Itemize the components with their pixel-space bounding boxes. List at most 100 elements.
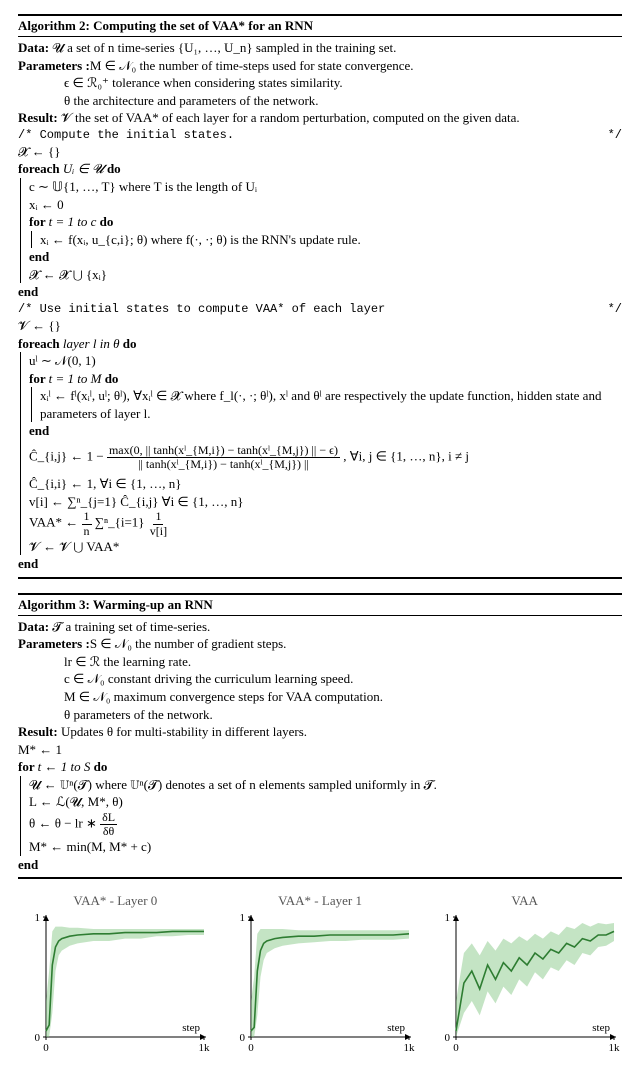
algo3-f-l3-den: δθ [101,825,116,838]
comment2-text: /* Use initial states to compute VAA* of… [18,301,385,317]
algo2-line2: 𝓥 ← {} [18,317,622,335]
f2-l5a: VAA* ← [29,515,78,530]
f2-l1: uˡ ∼ 𝒩(0, 1) [29,352,622,370]
algo2-foreach1: foreach Uᵢ ∈ 𝓤 do [18,160,622,178]
algo3-for: for t ← 1 to S do [18,758,622,776]
f1-end2: end [18,283,622,301]
f2-l5-den2: v[i] [148,525,169,538]
foreach-kw2: foreach [18,336,63,351]
algo2-params: Parameters :M ∈ 𝒩₀ the number of time-st… [18,57,622,75]
algo3-result: Result: Updates θ for multi-stability in… [18,723,622,741]
f2-for-body: xᵢˡ ← fˡ(xᵢˡ, uˡ; θˡ), ∀xᵢˡ ∈ 𝓧 where f_… [31,387,622,422]
f2-hatC-den: || tanh(xˡ_{M,i}) − tanh(xˡ_{M,j}) || [136,458,311,471]
algo3-param5: θ parameters of the network. [18,706,622,724]
algo3-l1: M* ← 1 [18,741,622,759]
label-result2: Result: [18,724,61,739]
svg-text:1: 1 [240,912,246,924]
algo3-for-cond: t ← 1 to S [38,759,91,774]
do-kw5: do [90,759,107,774]
svg-text:1: 1 [35,912,41,924]
for-kw3: for [18,759,38,774]
algo2-param1: M ∈ 𝒩₀ the number of time-steps used for… [90,58,414,73]
do-kw3: do [119,336,136,351]
algo2-comment1: /* Compute the initial states. */ [18,127,622,143]
f2-hatC-a: Ĉ_{i,j} ← 1 − [29,449,104,464]
f1-for: for t = 1 to c do [29,213,622,231]
label-params: Parameters : [18,58,90,73]
for-kw: for [29,214,49,229]
f2-end1: end [29,422,622,440]
f1-end1: end [29,248,622,266]
f2-hatC-frac: max(0, || tanh(xˡ_{M,i}) − tanh(xˡ_{M,j}… [107,444,340,471]
algo3-param4: M ∈ 𝒩₀ maximum convergence steps for VAA… [18,688,622,706]
algo2-line1: 𝓧 ← {} [18,143,622,161]
do-kw2: do [96,214,113,229]
f1-l1: c ∼ 𝕌{1, …, T} where T is the length of … [29,178,622,196]
svg-text:1k: 1k [404,1042,416,1054]
f2-l5-mid: ∑ⁿ_{i=1} [95,515,148,530]
chart-vaa: VAA 0 1 0 1k step [427,893,622,1061]
algorithm-2: Algorithm 2: Computing the set of VAA* f… [18,14,622,579]
algo2-data: Data: 𝓤 a set of n time-series {U₁, …, U… [18,39,622,57]
f2-l5-frac2: 1 v[i] [148,510,169,537]
svg-text:0: 0 [240,1032,246,1044]
chart2-svg: 0 1 0 1k step [430,911,620,1061]
chart1-svg: 0101kstep [225,911,415,1061]
svg-text:1k: 1k [608,1042,620,1054]
algo2-title-text: Algorithm 2: Computing the set of VAA* f… [18,18,313,33]
algo2-result-text: 𝓥 the set of VAA* of each layer for a ra… [61,110,520,125]
f2-end2: end [18,555,622,573]
svg-text:0: 0 [44,1042,50,1054]
svg-text:0: 0 [444,1032,450,1044]
f2-for: for t = 1 to M do [29,370,622,388]
algo3-f-l3: θ ← θ − lr ∗ δL δθ [29,811,622,838]
comment1-text: /* Compute the initial states. [18,127,234,143]
algo2-comment2: /* Use initial states to compute VAA* of… [18,301,622,317]
algo2-param2: ϵ ∈ ℛ₀⁺ tolerance when considering state… [18,74,622,92]
charts-row: VAA* - Layer 0 0101kstep VAA* - Layer 1 … [18,893,622,1061]
chart-vaa-layer1: VAA* - Layer 1 0101kstep [223,893,418,1061]
algo2-title: Algorithm 2: Computing the set of VAA* f… [18,14,622,37]
algo3-f-l3-frac: δL δθ [100,811,117,838]
chart-vaa-layer0: VAA* - Layer 0 0101kstep [18,893,213,1061]
algo3-f-l3a: θ ← θ − lr ∗ [29,815,100,830]
f1-l4: 𝓧 ← 𝓧 ⋃ {xᵢ} [29,266,622,284]
algo3-f-end: end [18,856,622,874]
comment1-end: */ [608,127,622,143]
algo3-data-text: 𝓣 a training set of time-series. [52,619,210,634]
svg-text:1k: 1k [199,1042,211,1054]
svg-text:step: step [592,1022,610,1034]
f1-l2: xᵢ ← 0 [29,196,622,214]
f2-l5-num1: 1 [82,510,92,524]
f2-l4: v[i] ← ∑ⁿ_{j=1} Ĉ_{i,j} ∀i ∈ {1, …, n} [29,493,622,511]
f2-l2: xᵢˡ ← fˡ(xᵢˡ, uˡ; θˡ), ∀xᵢˡ ∈ 𝓧 where f_… [40,387,622,422]
algo3-param1: S ∈ 𝒩₀ the number of gradient steps. [90,636,287,651]
algo3-title: Algorithm 3: Warming-up an RNN [18,593,622,616]
chart1-title: VAA* - Layer 1 [278,893,362,909]
algo3-for-body: 𝓤 ← 𝕌ⁿ(𝓣) where 𝕌ⁿ(𝓣) denotes a set of n… [20,776,622,856]
algo3-body: Data: 𝓣 a training set of time-series. P… [18,616,622,879]
algo2-result: Result: 𝓥 the set of VAA* of each layer … [18,109,622,127]
f2-l5-num2: 1 [153,510,163,524]
foreach2-body: uˡ ∼ 𝒩(0, 1) for t = 1 to M do xᵢˡ ← fˡ(… [20,352,622,555]
f2-hatC: Ĉ_{i,j} ← 1 − max(0, || tanh(xˡ_{M,i}) −… [29,444,622,471]
svg-text:0: 0 [453,1042,459,1054]
label-params2: Parameters : [18,636,90,651]
algo3-f-l2: L ← ℒ(𝓤, M*, θ) [29,793,622,811]
svg-text:0: 0 [35,1032,41,1044]
do-kw: do [104,161,121,176]
f1-for-body: xᵢ ← f(xᵢ, u_{c,i}; θ) where f(·, ·; θ) … [31,231,622,249]
algo3-title-text: Algorithm 3: Warming-up an RNN [18,597,213,612]
algo3-param2: lr ∈ ℛ the learning rate. [18,653,622,671]
f2-hatC-b: , ∀i, j ∈ {1, …, n}, i ≠ j [343,449,469,464]
label-result: Result: [18,110,61,125]
f2-l6: 𝓥 ← 𝓥 ⋃ VAA* [29,538,622,556]
algo2-param3: θ the architecture and parameters of the… [18,92,622,110]
algo2-body: Data: 𝓤 a set of n time-series {U₁, …, U… [18,37,622,579]
foreach2-cond: layer l in θ [63,336,120,351]
algo3-param3: c ∈ 𝒩₀ constant driving the curriculum l… [18,670,622,688]
algorithm-3: Algorithm 3: Warming-up an RNN Data: 𝓣 a… [18,593,622,879]
label-data: Data: [18,40,52,55]
svg-text:1: 1 [444,912,450,924]
chart2-title: VAA [511,893,538,909]
